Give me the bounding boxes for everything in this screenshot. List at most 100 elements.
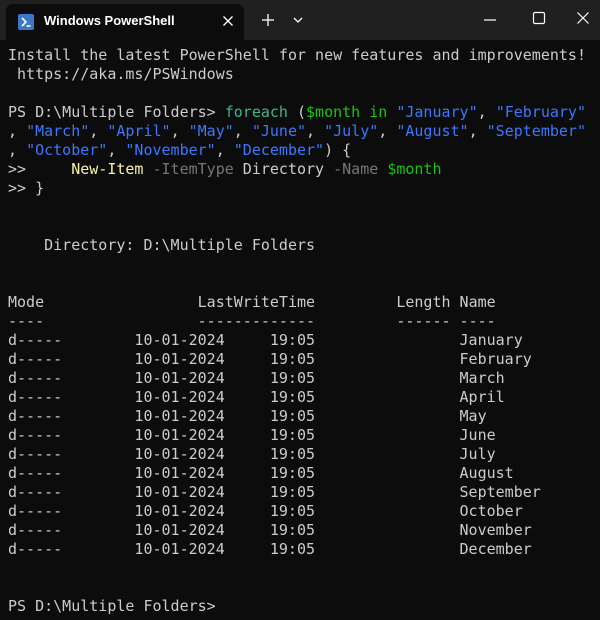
cell-name: January bbox=[459, 331, 523, 349]
keyword-in: in bbox=[360, 103, 397, 121]
cell-mode: d----- bbox=[8, 540, 63, 558]
cell-time: 19:05 bbox=[269, 521, 316, 539]
table-row: d----- 10-01-2024 19:05 November bbox=[8, 521, 596, 540]
continuation-line: >> New-Item -ItemType Directory -Name $m… bbox=[8, 160, 596, 179]
cell-mode: d----- bbox=[8, 407, 63, 425]
cell-mode: d----- bbox=[8, 331, 63, 349]
cell-name: March bbox=[459, 369, 505, 387]
cell-time: 19:05 bbox=[269, 369, 316, 387]
cell-date: 10-01-2024 bbox=[134, 407, 225, 425]
table-row: d----- 10-01-2024 19:05 July bbox=[8, 445, 596, 464]
cell-name: February bbox=[459, 350, 532, 368]
comma: , bbox=[8, 141, 27, 159]
cell-date: 10-01-2024 bbox=[134, 426, 225, 444]
string-september: "September" bbox=[486, 122, 586, 140]
terminal-window: Windows PowerShell Install the latest Po… bbox=[0, 0, 600, 620]
tab-title: Windows PowerShell bbox=[44, 13, 175, 28]
cell-time: 19:05 bbox=[269, 426, 316, 444]
cell-time: 19:05 bbox=[269, 502, 316, 520]
table-row: d----- 10-01-2024 19:05 June bbox=[8, 426, 596, 445]
comma: , bbox=[170, 122, 189, 140]
terminal-output[interactable]: Install the latest PowerShell for new fe… bbox=[8, 46, 596, 616]
table-row: d----- 10-01-2024 19:05 May bbox=[8, 407, 596, 426]
table-row: d----- 10-01-2024 19:05 December bbox=[8, 540, 596, 559]
cell-mode: d----- bbox=[8, 521, 63, 539]
cell-date: 10-01-2024 bbox=[134, 464, 225, 482]
table-row: d----- 10-01-2024 19:05 October bbox=[8, 502, 596, 521]
table-row: d----- 10-01-2024 19:05 January bbox=[8, 331, 596, 350]
final-prompt[interactable]: PS D:\Multiple Folders> bbox=[8, 597, 596, 616]
close-icon[interactable] bbox=[575, 10, 591, 26]
paren-close: ) { bbox=[324, 141, 352, 159]
param-itemtype: -ItemType bbox=[152, 160, 234, 178]
cell-mode: d----- bbox=[8, 464, 63, 482]
paren-open: ( bbox=[287, 103, 307, 121]
cell-time: 19:05 bbox=[269, 445, 316, 463]
comma: , bbox=[477, 103, 496, 121]
string-october: "October" bbox=[26, 141, 108, 159]
cell-time: 19:05 bbox=[269, 350, 316, 368]
param-name: -Name bbox=[333, 160, 379, 178]
cell-name: June bbox=[459, 426, 496, 444]
cell-time: 19:05 bbox=[269, 331, 316, 349]
chevron-down-icon[interactable] bbox=[292, 14, 304, 26]
title-bar[interactable]: Windows PowerShell bbox=[0, 0, 600, 40]
cell-date: 10-01-2024 bbox=[134, 331, 225, 349]
cell-time: 19:05 bbox=[269, 388, 316, 406]
cell-date: 10-01-2024 bbox=[134, 445, 225, 463]
comma: , bbox=[468, 122, 487, 140]
command-line-wrap: , "March", "April", "May", "June", "July… bbox=[8, 122, 596, 141]
variable-month: $month bbox=[387, 160, 442, 178]
cell-mode: d----- bbox=[8, 350, 63, 368]
cell-date: 10-01-2024 bbox=[134, 369, 225, 387]
cell-mode: d----- bbox=[8, 483, 63, 501]
prompt-text: PS D:\Multiple Folders> bbox=[8, 103, 225, 121]
tab-windows-powershell[interactable]: Windows PowerShell bbox=[6, 4, 244, 40]
comma: , bbox=[378, 122, 397, 140]
comma: , bbox=[215, 141, 234, 159]
directory-listing: d----- 10-01-2024 19:05 January d----- 10-01-… bbox=[8, 331, 596, 559]
variable-month: $month bbox=[306, 103, 361, 121]
string-november: "November" bbox=[125, 141, 216, 159]
string-june: "June" bbox=[251, 122, 307, 140]
cell-time: 19:05 bbox=[269, 407, 316, 425]
cmdlet-new-item: New-Item bbox=[71, 160, 144, 178]
cell-date: 10-01-2024 bbox=[134, 502, 225, 520]
cell-name: December bbox=[459, 540, 532, 558]
cell-date: 10-01-2024 bbox=[134, 388, 225, 406]
cell-date: 10-01-2024 bbox=[134, 540, 225, 558]
table-header: Mode LastWriteTime Length Name bbox=[8, 293, 496, 311]
cell-time: 19:05 bbox=[269, 540, 316, 558]
string-may: "May" bbox=[188, 122, 234, 140]
table-underline: ---- ------------- ------ ---- bbox=[8, 312, 496, 330]
comma: , bbox=[233, 122, 252, 140]
continuation-close: >> } bbox=[8, 179, 45, 197]
cell-date: 10-01-2024 bbox=[134, 483, 225, 501]
cell-time: 19:05 bbox=[269, 483, 316, 501]
cell-name: August bbox=[459, 464, 514, 482]
maximize-icon[interactable] bbox=[531, 10, 547, 26]
plus-icon[interactable] bbox=[260, 12, 276, 28]
close-icon[interactable] bbox=[220, 13, 236, 29]
cell-mode: d----- bbox=[8, 426, 63, 444]
command-line: PS D:\Multiple Folders> foreach ($month … bbox=[8, 103, 596, 122]
directory-header: Directory: D:\Multiple Folders bbox=[8, 236, 316, 254]
string-august: "August" bbox=[396, 122, 469, 140]
comma: , bbox=[89, 122, 108, 140]
cell-name: September bbox=[459, 483, 541, 501]
string-december: "December" bbox=[233, 141, 325, 159]
cell-name: October bbox=[459, 502, 523, 520]
cell-name: April bbox=[459, 388, 505, 406]
table-row: d----- 10-01-2024 19:05 March bbox=[8, 369, 596, 388]
table-row: d----- 10-01-2024 19:05 September bbox=[8, 483, 596, 502]
minimize-icon[interactable] bbox=[482, 12, 498, 28]
cell-name: November bbox=[459, 521, 532, 539]
table-row: d----- 10-01-2024 19:05 August bbox=[8, 464, 596, 483]
keyword-foreach: foreach bbox=[224, 103, 288, 121]
